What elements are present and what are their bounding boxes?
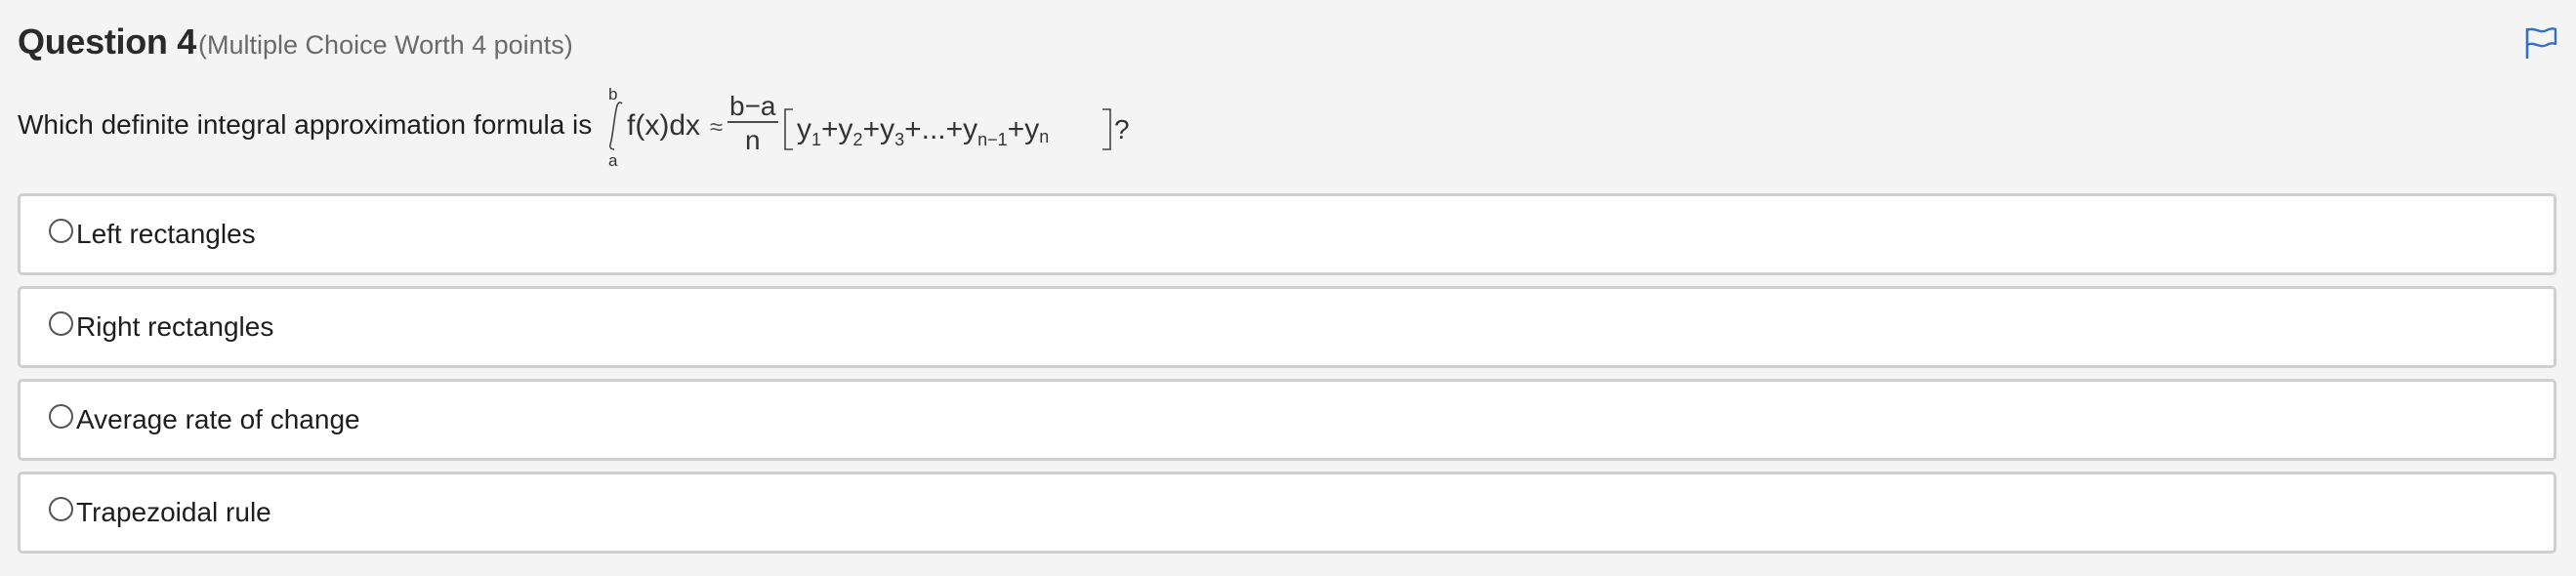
formula-numerator: b−a xyxy=(729,91,776,121)
radio-button[interactable] xyxy=(49,496,73,521)
question-body: Which definite integral approximation fo… xyxy=(18,76,1148,174)
integral-formula: b a f(x)dx ≈ b−a n y1+y2+y3+...+yn−1+yn … xyxy=(608,85,1130,170)
question-prompt: Which definite integral approximation fo… xyxy=(18,109,593,140)
answer-options: Left rectangles Right rectangles Average… xyxy=(18,193,2556,564)
option-label: Average rate of change xyxy=(76,404,360,434)
question-title: Question 4 xyxy=(18,21,197,62)
question-header: Question 4 (Multiple Choice Worth 4 poin… xyxy=(18,21,573,62)
option-trapezoidal-rule[interactable]: Trapezoidal rule xyxy=(18,472,2556,554)
formula-terms: y1+y2+y3+...+yn−1+yn xyxy=(797,113,1049,149)
formula-approx: ≈ xyxy=(710,114,723,141)
option-label: Right rectangles xyxy=(76,311,274,342)
formula-integrand: f(x)dx xyxy=(627,109,700,142)
radio-button[interactable] xyxy=(49,218,73,243)
right-bracket xyxy=(1102,108,1112,150)
formula-denominator: n xyxy=(745,125,761,155)
radio-button[interactable] xyxy=(49,403,73,429)
option-label: Trapezoidal rule xyxy=(76,497,271,527)
formula-lower-limit: a xyxy=(608,151,618,170)
integral-sign xyxy=(609,102,623,150)
radio-button[interactable] xyxy=(49,310,73,336)
flag-icon[interactable] xyxy=(2523,25,2558,61)
option-right-rectangles[interactable]: Right rectangles xyxy=(18,286,2556,368)
formula-upper-limit: b xyxy=(608,85,617,103)
left-bracket xyxy=(784,108,794,150)
formula-suffix: ? xyxy=(1114,114,1130,144)
option-label: Left rectangles xyxy=(76,219,256,249)
question-meta: (Multiple Choice Worth 4 points) xyxy=(198,30,573,60)
option-average-rate-of-change[interactable]: Average rate of change xyxy=(18,379,2556,461)
option-left-rectangles[interactable]: Left rectangles xyxy=(18,193,2556,275)
